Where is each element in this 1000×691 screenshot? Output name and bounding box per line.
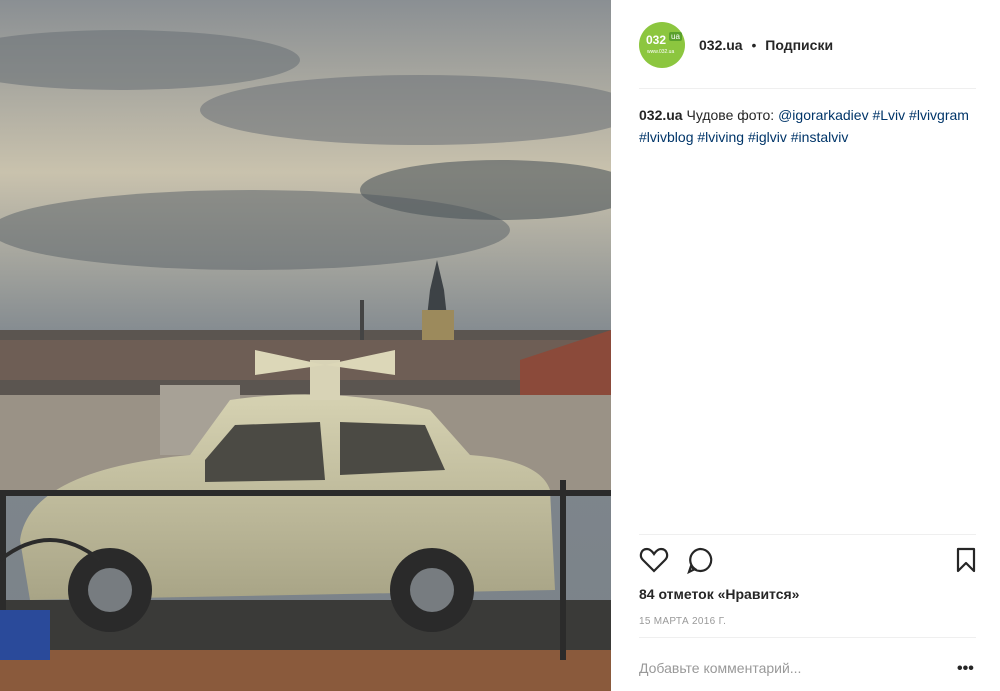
hashtag-link[interactable]: #instalviv [791,129,849,145]
hashtag-link[interactable]: #Lviv [872,107,905,123]
caption-username[interactable]: 032.ua [639,107,683,123]
avatar-site: www.032.ua [647,49,675,55]
actions-divider [639,534,976,535]
post-date[interactable]: 15 МАРТА 2016 Г. [639,616,726,627]
avatar-number: 032 [646,33,667,47]
avatar[interactable]: 032 ua www.032.ua [639,22,685,68]
action-bar [639,545,976,575]
bookmark-icon[interactable] [951,545,981,575]
comment-icon[interactable] [685,545,715,575]
hashtag-link[interactable]: #lvivblog [639,129,693,145]
username-link[interactable]: 032.ua [699,37,743,53]
post-photo[interactable] [0,0,611,691]
caption-text: Чудове фото: [686,107,775,123]
avatar-suffix: ua [669,32,682,41]
hashtag-link[interactable]: #lvivgram [909,107,969,123]
hashtag-link[interactable]: #lviving [697,129,744,145]
hashtag-link[interactable]: #iglviv [748,129,787,145]
post-panel: 032 ua www.032.ua 032.ua • Подписки 032.… [611,0,1000,691]
follow-button[interactable]: Подписки [765,37,833,53]
comment-divider [639,637,976,638]
like-count[interactable]: 84 отметок «Нравится» [639,586,799,602]
more-options-icon[interactable]: ••• [957,660,974,678]
header-divider [639,88,976,89]
comment-input[interactable]: Добавьте комментарий... [639,660,801,676]
post-header: 032 ua www.032.ua 032.ua • Подписки [639,20,976,70]
header-text: 032.ua • Подписки [699,37,833,53]
heart-icon[interactable] [639,545,669,575]
caption-mention[interactable]: @igorarkadiev [778,107,868,123]
post-caption: 032.ua Чудове фото: @igorarkadiev #Lviv … [639,104,979,148]
header-separator: • [751,37,757,53]
